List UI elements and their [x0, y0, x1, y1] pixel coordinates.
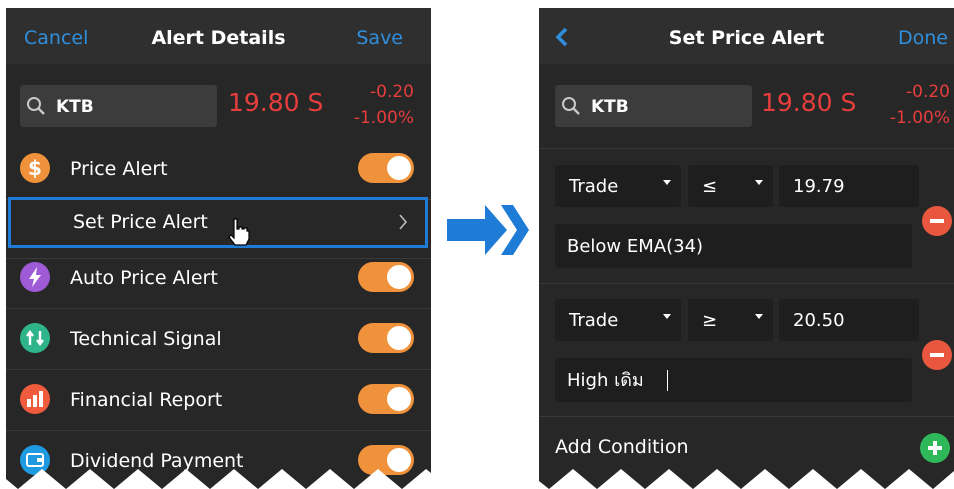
search-icon	[561, 96, 581, 120]
financial-report-row: Financial Report	[6, 370, 431, 431]
condition-1-type-value: Trade	[569, 176, 619, 197]
condition-1-value: 19.79	[793, 176, 845, 197]
text-caret	[667, 370, 668, 391]
remove-condition-2-icon[interactable]	[922, 340, 952, 370]
condition-1-note: Below EMA(34)	[567, 236, 704, 257]
price-alert-label: Price Alert	[70, 158, 168, 180]
technical-signal-label: Technical Signal	[70, 328, 222, 350]
search-icon	[26, 96, 46, 120]
symbol-search-input[interactable]: KTB	[555, 85, 752, 127]
set-price-alert-screen: Set Price Alert Done KTB 19.80 S -0.20 -…	[539, 8, 954, 489]
torn-edge	[6, 469, 431, 489]
save-button[interactable]: Save	[356, 8, 403, 68]
condition-1-operator-select[interactable]: ≤	[688, 165, 773, 207]
condition-2-value-input[interactable]: 20.50	[779, 299, 919, 341]
dollar-icon: $	[20, 153, 50, 183]
price-alert-toggle[interactable]	[358, 153, 414, 183]
torn-edge	[539, 469, 954, 489]
caret-down-icon	[755, 314, 763, 319]
financial-report-label: Financial Report	[70, 389, 223, 411]
technical-signal-toggle[interactable]	[358, 323, 414, 353]
remove-condition-1-icon[interactable]	[922, 206, 952, 236]
caret-down-icon	[755, 180, 763, 185]
condition-1-type-select[interactable]: Trade	[555, 165, 681, 207]
divider	[539, 148, 954, 149]
technical-signal-row: Technical Signal	[6, 309, 431, 370]
price-alert-row: $ Price Alert	[6, 139, 431, 200]
lightning-icon	[20, 262, 50, 292]
add-condition-icon[interactable]	[920, 433, 950, 463]
last-price: 19.80 S	[761, 88, 857, 117]
last-price: 19.80 S	[228, 88, 324, 117]
chevron-right-icon	[397, 212, 409, 236]
condition-2-note-input[interactable]: High เดิม	[555, 358, 912, 402]
done-button[interactable]: Done	[898, 8, 948, 68]
hand-cursor-icon	[226, 217, 250, 251]
condition-1-note-input[interactable]: Below EMA(34)	[555, 224, 912, 268]
divider	[539, 416, 954, 417]
auto-price-alert-label: Auto Price Alert	[70, 267, 218, 289]
double-chevron-right-icon	[447, 205, 529, 259]
condition-2-type-select[interactable]: Trade	[555, 299, 681, 341]
financial-report-toggle[interactable]	[358, 384, 414, 414]
symbol-search-input[interactable]: KTB	[20, 85, 217, 127]
auto-price-alert-row: Auto Price Alert	[6, 248, 431, 309]
navbar: Set Price Alert Done	[539, 8, 954, 64]
condition-2-operator-value: ≥	[702, 310, 718, 331]
navbar: Cancel Alert Details Save	[6, 8, 431, 64]
technical-signal-icon	[20, 323, 50, 353]
alert-details-screen: Cancel Alert Details Save KTB 19.80 S -0…	[6, 8, 431, 489]
condition-1-operator-value: ≤	[702, 176, 718, 197]
symbol-value: KTB	[56, 97, 94, 117]
set-price-alert-label: Set Price Alert	[73, 211, 208, 233]
price-change-percent: -1.00%	[889, 108, 950, 128]
condition-2-operator-select[interactable]: ≥	[688, 299, 773, 341]
set-price-alert-highlight[interactable]: Set Price Alert	[8, 197, 428, 248]
condition-2-note: High เดิม	[567, 370, 644, 391]
page-title: Set Price Alert	[668, 27, 825, 49]
bar-chart-icon	[20, 384, 50, 414]
divider	[539, 283, 954, 284]
caret-down-icon	[663, 180, 671, 185]
price-change: -0.20	[906, 82, 950, 102]
svg-text:$: $	[28, 156, 42, 180]
condition-1-value-input[interactable]: 19.79	[779, 165, 919, 207]
condition-2-value: 20.50	[793, 310, 845, 331]
caret-down-icon	[663, 314, 671, 319]
price-change-percent: -1.00%	[353, 108, 414, 128]
symbol-value: KTB	[591, 97, 629, 117]
condition-2-type-value: Trade	[569, 310, 619, 331]
price-change: -0.20	[370, 82, 414, 102]
add-condition-label[interactable]: Add Condition	[555, 428, 689, 466]
auto-price-alert-toggle[interactable]	[358, 262, 414, 292]
